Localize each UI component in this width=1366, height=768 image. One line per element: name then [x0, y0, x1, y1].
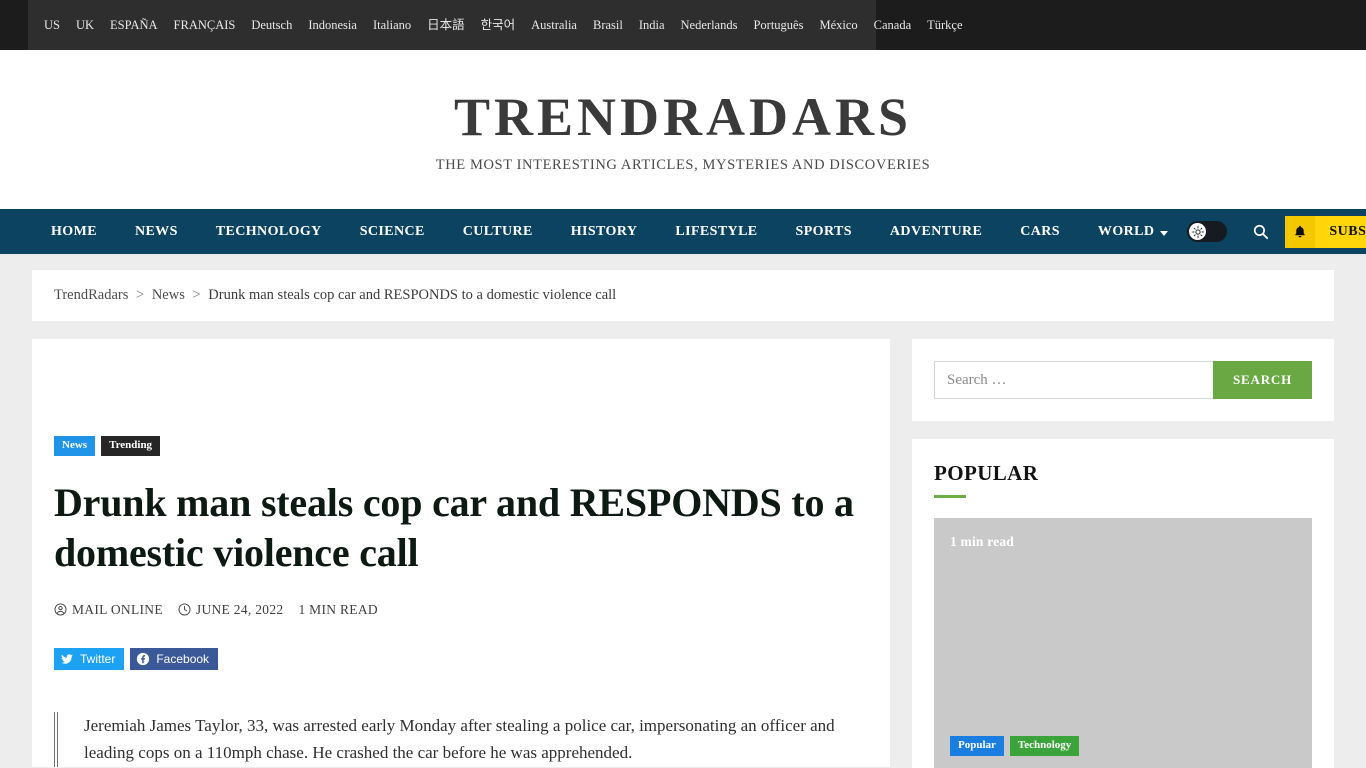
dark-mode-toggle[interactable] — [1187, 221, 1228, 242]
dark-mode-knob — [1189, 223, 1207, 240]
language-link-espana[interactable]: ESPAÑA — [102, 19, 165, 32]
article-author[interactable]: MAIL ONLINE — [54, 602, 163, 618]
nav-item-culture[interactable]: CULTURE — [444, 224, 552, 240]
nav-item-adventure[interactable]: ADVENTURE — [871, 224, 1001, 240]
search-input[interactable] — [934, 361, 1214, 399]
nav-item-history[interactable]: HISTORY — [552, 224, 657, 240]
language-link-nederlands[interactable]: Nederlands — [673, 19, 746, 32]
language-link-turkce[interactable]: Türkçe — [919, 19, 970, 32]
search-submit-button[interactable]: SEARCH — [1213, 361, 1312, 399]
nav-label-news: NEWS — [134, 223, 178, 239]
breadcrumb-separator-2: > — [192, 287, 201, 303]
nav-label-technology: TECHNOLOGY — [215, 223, 322, 239]
sun-icon — [1191, 225, 1204, 238]
facebook-icon — [136, 652, 150, 666]
search-widget: SEARCH — [912, 339, 1334, 421]
article-card: News Trending Drunk man steals cop car a… — [32, 339, 890, 767]
nav-label-cars: CARS — [1020, 223, 1060, 239]
chevron-down-icon — [1160, 230, 1169, 236]
nav-item-world[interactable]: WORLD — [1079, 224, 1187, 240]
article-tag-list: News Trending — [54, 436, 868, 456]
language-list: US UK ESPAÑA FRANÇAIS Deutsch Indonesia … — [0, 0, 1366, 50]
article-date: JUNE 24, 2022 — [178, 602, 284, 618]
language-link-indonesia[interactable]: Indonesia — [300, 19, 365, 32]
article-read-time: 1 MIN READ — [298, 601, 378, 617]
popular-widget-title: POPULAR — [934, 461, 1039, 485]
nav-label-history: HISTORY — [570, 223, 638, 239]
language-link-india[interactable]: India — [631, 19, 673, 32]
language-link-australia[interactable]: Australia — [523, 19, 585, 32]
nav-search-button[interactable] — [1245, 217, 1275, 247]
nav-item-sports[interactable]: SPORTS — [777, 224, 871, 240]
twitter-icon — [60, 652, 74, 666]
share-twitter-button[interactable]: Twitter — [54, 647, 125, 670]
nav-label-world: WORLD — [1097, 223, 1155, 239]
article-tag-news[interactable]: News — [54, 436, 96, 456]
nav-label-sports: SPORTS — [795, 223, 852, 239]
nav-item-cars[interactable]: CARS — [1001, 224, 1079, 240]
language-link-mexico[interactable]: México — [811, 19, 865, 32]
nav-utilities: SUBSCRIBE — [1187, 215, 1366, 248]
nav-item-technology[interactable]: TECHNOLOGY — [197, 224, 341, 240]
nav-item-science[interactable]: SCIENCE — [341, 224, 444, 240]
popular-card-tag-list: Popular Technology — [950, 736, 1080, 756]
share-facebook-label: Facebook — [156, 651, 210, 666]
article-title: Drunk man steals cop car and RESPONDS to… — [54, 479, 854, 575]
search-icon — [1253, 224, 1268, 240]
breadcrumb-home[interactable]: TrendRadars — [54, 287, 128, 303]
nav-label-science: SCIENCE — [359, 223, 425, 239]
share-buttons: Twitter Facebook — [54, 647, 868, 670]
breadcrumb-section[interactable]: News — [152, 287, 185, 303]
nav-label-lifestyle: LIFESTYLE — [675, 223, 758, 239]
popular-card-tag-technology[interactable]: Technology — [1009, 736, 1080, 756]
site-tagline: THE MOST INTERESTING ARTICLES, MYSTERIES… — [435, 157, 931, 174]
user-circle-icon — [54, 603, 67, 616]
popular-widget-accent-rule — [934, 495, 966, 498]
language-link-canada[interactable]: Canada — [866, 19, 919, 32]
bell-icon — [1295, 225, 1306, 238]
site-logo[interactable]: TRENDRADARS — [454, 85, 912, 146]
share-facebook-button[interactable]: Facebook — [130, 647, 219, 670]
sidebar: SEARCH POPULAR 1 min read Popular Techno… — [912, 339, 1334, 768]
article-date-text: JUNE 24, 2022 — [195, 601, 284, 617]
language-link-francais[interactable]: FRANÇAIS — [166, 19, 244, 32]
language-bar: US UK ESPAÑA FRANÇAIS Deutsch Indonesia … — [0, 0, 1366, 50]
main-navigation: HOME NEWS TECHNOLOGY SCIENCE CULTURE HIS… — [0, 209, 1366, 254]
content-columns: News Trending Drunk man steals cop car a… — [32, 339, 1334, 768]
popular-widget: POPULAR 1 min read Popular Technology — [912, 439, 1334, 768]
language-link-uk[interactable]: UK — [68, 19, 102, 32]
page-container: TrendRadars > News > Drunk man steals co… — [0, 270, 1366, 768]
clock-icon — [178, 603, 191, 616]
article-meta: MAIL ONLINE JUNE 24, 2022 1 MIN READ — [54, 602, 868, 618]
breadcrumb-separator-1: > — [136, 287, 145, 303]
article-lead-paragraph: Jeremiah James Taylor, 33, was arrested … — [54, 711, 844, 767]
breadcrumb-current: Drunk man steals cop car and RESPONDS to… — [208, 287, 617, 303]
language-link-deutsch[interactable]: Deutsch — [243, 19, 300, 32]
subscribe-bell — [1285, 215, 1316, 248]
language-link-italiano[interactable]: Italiano — [365, 19, 419, 32]
article-author-name: MAIL ONLINE — [72, 601, 163, 617]
language-link-korean[interactable]: 한국어 — [473, 19, 524, 32]
share-twitter-label: Twitter — [80, 651, 116, 666]
masthead: TRENDRADARS THE MOST INTERESTING ARTICLE… — [0, 50, 1366, 209]
nav-item-lifestyle[interactable]: LIFESTYLE — [656, 224, 776, 240]
language-link-japanese[interactable]: 日本語 — [419, 19, 473, 32]
breadcrumb: TrendRadars > News > Drunk man steals co… — [32, 270, 1334, 321]
nav-link-list: HOME NEWS TECHNOLOGY SCIENCE CULTURE HIS… — [32, 224, 1187, 240]
popular-card-tag-popular[interactable]: Popular — [950, 736, 1004, 756]
language-link-us[interactable]: US — [36, 19, 68, 32]
popular-article-card[interactable]: 1 min read Popular Technology — [934, 518, 1312, 768]
nav-label-culture: CULTURE — [462, 223, 533, 239]
nav-item-news[interactable]: NEWS — [116, 224, 197, 240]
language-link-portugues[interactable]: Português — [745, 19, 811, 32]
search-form: SEARCH — [934, 361, 1312, 399]
nav-label-home: HOME — [51, 223, 97, 239]
nav-item-home[interactable]: HOME — [32, 224, 116, 240]
popular-card-read-time: 1 min read — [950, 534, 1015, 549]
subscribe-button[interactable]: SUBSCRIBE — [1285, 215, 1366, 248]
language-link-brasil[interactable]: Brasil — [585, 19, 631, 32]
nav-label-adventure: ADVENTURE — [889, 223, 983, 239]
article-tag-trending[interactable]: Trending — [101, 436, 161, 456]
subscribe-label: SUBSCRIBE — [1315, 215, 1366, 248]
